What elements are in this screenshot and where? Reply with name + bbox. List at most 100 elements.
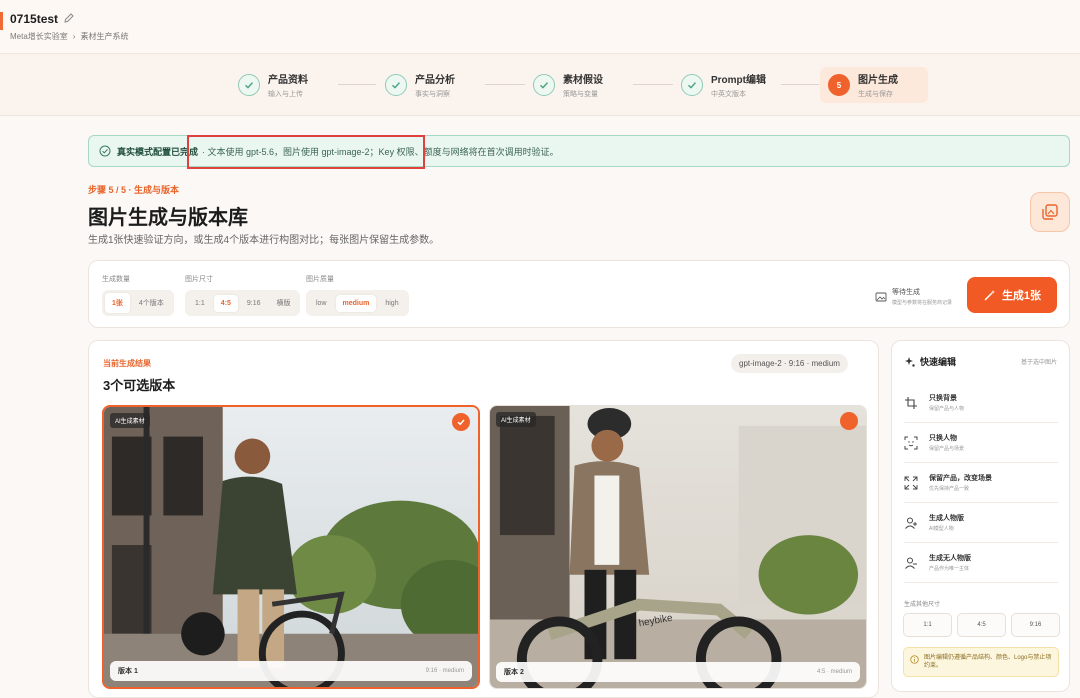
size-label: 图片尺寸 [185, 276, 213, 283]
generation-controls: 生成数量 1张 4个版本 图片尺寸 1:1 4:5 9:16 横版 图片质量 l… [88, 260, 1070, 328]
quality-label: 图片质量 [306, 276, 334, 283]
version-info-bar: 版本 1 9:16 · medium [110, 661, 472, 681]
selected-check-icon[interactable] [452, 413, 470, 431]
size-group: 图片尺寸 1:1 4:5 9:16 横版 [185, 274, 301, 316]
wait-status: 等待生成模型与参数将在服务商记录 [875, 287, 952, 306]
size-button-1-1[interactable]: 1:1 [903, 613, 952, 637]
info-icon [910, 655, 919, 664]
sparkle-icon [905, 356, 915, 367]
qe-title: 只换背景 [929, 395, 957, 402]
step-image-generation[interactable]: 5 图片生成 生成与保存 [820, 67, 928, 103]
select-radio[interactable] [840, 412, 858, 430]
qe-sub: AI模型人物 [929, 526, 954, 532]
quick-edit-replace-background[interactable]: 只换背景保留产品与人物 [904, 383, 1058, 423]
constraint-note-text: 图片编辑仍遵循产品结构、颜色、Logo与禁止项约束。 [924, 655, 1052, 670]
qe-sub: 优先保持产品一致 [929, 486, 970, 492]
quality-segmented: low medium high [306, 290, 409, 316]
version-meta: 9:16 · medium [425, 668, 464, 674]
other-size-options: 1:1 4:5 9:16 [903, 613, 1060, 637]
step-prompt-edit[interactable]: Prompt编辑 中英文版本 [681, 67, 766, 103]
version-card-2[interactable]: heybike AI生成素材 版本 2 4:5 · medium [489, 405, 867, 689]
step-hypothesis[interactable]: 素材假设 策略与变量 [533, 67, 603, 103]
size-option-1-1[interactable]: 1:1 [188, 295, 212, 312]
qe-sub: 保留产品与人物 [929, 406, 965, 412]
check-icon [385, 74, 407, 96]
qe-sub: 产品作为唯一主体 [929, 566, 970, 572]
check-icon [681, 74, 703, 96]
quick-edit-replace-person[interactable]: 只换人物 保留产品与场景 [904, 423, 1058, 463]
quality-option-medium[interactable]: medium [335, 294, 377, 312]
generate-button[interactable]: 生成1张 [967, 277, 1057, 313]
wait-title: 等待生成 [892, 289, 920, 296]
step-product-analysis[interactable]: 产品分析 事实与洞察 [385, 67, 455, 103]
size-button-9-16[interactable]: 9:16 [1011, 613, 1060, 637]
quick-edit-hint: 基于选中图片 [1020, 360, 1057, 366]
quick-edit-header: 快速编辑 [904, 355, 956, 368]
page-description: 生成1张快速验证方向，或生成4个版本进行构图对比；每张图片保留生成参数。 [88, 235, 440, 246]
step-connector [338, 84, 376, 85]
qe-title: 生成人物版 [929, 515, 964, 522]
project-header: 0715test Meta增长实验室 › 素材生产系统 [0, 0, 1080, 54]
banner-title: 真实模式配置已完成 [117, 146, 199, 157]
generated-image [104, 407, 478, 687]
step-connector [781, 84, 819, 85]
version-name: 版本 2 [504, 669, 524, 676]
check-icon [533, 74, 555, 96]
count-option-4[interactable]: 4个版本 [132, 293, 171, 313]
results-label: 当前生成结果 [103, 359, 151, 368]
step-number: 5 [828, 74, 850, 96]
step-connector [633, 84, 673, 85]
count-group: 生成数量 1张 4个版本 [102, 274, 174, 316]
generate-button-label: 生成1张 [1001, 290, 1042, 302]
gallery-icon [1042, 204, 1058, 220]
image-icon [875, 292, 887, 301]
step-subtitle: 事实与洞察 [415, 91, 450, 98]
count-option-1[interactable]: 1张 [105, 293, 130, 313]
step-subtitle: 中英文版本 [711, 91, 746, 98]
quick-edit-title: 快速编辑 [920, 357, 957, 367]
version-name: 版本 1 [118, 668, 138, 675]
page-title: 图片生成与版本库 [88, 207, 248, 229]
quality-option-high[interactable]: high [378, 295, 405, 312]
chevron-right-icon: › [72, 32, 76, 41]
project-title: 0715test [10, 12, 59, 26]
size-segmented: 1:1 4:5 9:16 横版 [185, 290, 301, 316]
step-product-info[interactable]: 产品资料 输入与上传 [238, 67, 308, 103]
size-option-9-16[interactable]: 9:16 [240, 295, 268, 312]
wait-subtitle: 模型与参数将在服务商记录 [892, 300, 953, 306]
ai-generated-tag: AI生成素材 [110, 413, 150, 428]
size-button-4-5[interactable]: 4:5 [957, 613, 1006, 637]
face-scan-icon [904, 436, 918, 449]
step-title: 产品分析 [415, 75, 455, 86]
quick-edit-change-scene[interactable]: 保留产品，改变场景 优先保持产品一致 [904, 463, 1058, 503]
breadcrumb-item[interactable]: 素材生产系统 [80, 31, 128, 42]
version-meta: 4:5 · medium [816, 669, 852, 675]
step-title: 产品资料 [268, 75, 308, 86]
breadcrumb: Meta增长实验室 › 素材生产系统 [10, 31, 128, 42]
check-circle-icon [99, 145, 111, 157]
generated-image: heybike [490, 406, 866, 688]
size-option-landscape[interactable]: 横版 [269, 293, 297, 313]
version-card-1[interactable]: AI生成素材 版本 1 9:16 · medium [102, 405, 480, 689]
accent-bar [0, 12, 3, 30]
breadcrumb-item[interactable]: Meta增长实验室 [10, 31, 68, 42]
count-label: 生成数量 [102, 276, 130, 283]
ai-generated-tag: AI生成素材 [496, 412, 536, 427]
size-option-4-5[interactable]: 4:5 [213, 294, 238, 312]
quick-edit-with-person[interactable]: 生成人物版 AI模型人物 [904, 503, 1058, 543]
step-subtitle: 输入与上传 [268, 91, 303, 98]
quality-option-low[interactable]: low [309, 295, 334, 312]
results-title: 3个可选版本 [103, 378, 176, 393]
edit-pencil-icon[interactable] [62, 11, 76, 25]
count-segmented: 1张 4个版本 [102, 290, 174, 316]
step-title: 素材假设 [563, 75, 603, 86]
qe-title: 只换人物 [929, 435, 957, 442]
expand-icon [904, 476, 918, 489]
qe-title: 保留产品，改变场景 [929, 475, 992, 482]
quick-edit-without-person[interactable]: 生成无人物版 产品作为唯一主体 [904, 543, 1058, 583]
version-info-bar: 版本 2 4:5 · medium [496, 662, 860, 682]
gallery-button[interactable] [1030, 192, 1070, 232]
constraint-note: 图片编辑仍遵循产品结构、颜色、Logo与禁止项约束。 [903, 647, 1059, 677]
check-icon [238, 74, 260, 96]
quality-group: 图片质量 low medium high [306, 274, 409, 316]
